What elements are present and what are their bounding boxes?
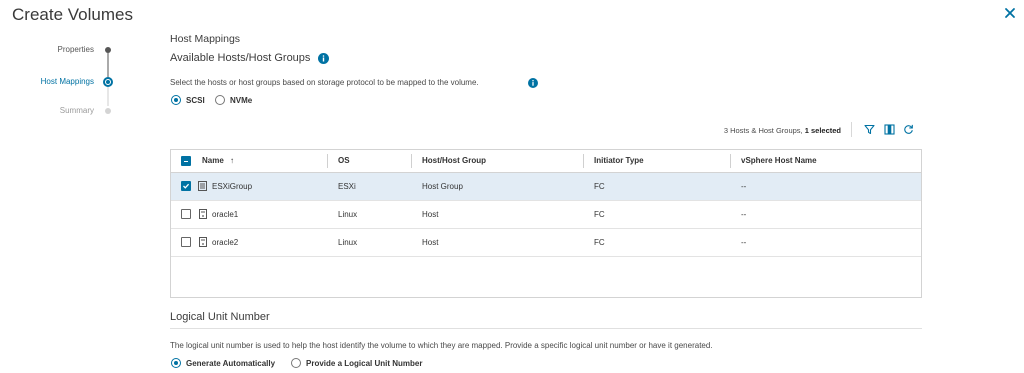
hosts-datagrid: Name ↑ OS Host/Host Group Initiator Type… [170,149,922,298]
step-host-mappings-dot [103,77,113,87]
count-selected: 1 selected [804,126,841,135]
columns-icon[interactable] [884,124,895,135]
protocol-description: Select the hosts or host groups based on… [170,78,479,87]
cell-host-group: Host [422,210,439,219]
grid-header: Name ↑ OS Host/Host Group Initiator Type… [171,150,921,173]
step-host-mappings[interactable]: Host Mappings [41,77,94,86]
cell-os: Linux [338,238,358,247]
radio-label: Generate Automatically [186,358,276,368]
column-label: Name [202,156,224,165]
cell-os: ESXi [338,182,356,191]
step-summary[interactable]: Summary [60,106,94,115]
cell-host-group: Host Group [422,182,463,191]
radio-label: NVMe [230,95,253,105]
column-header-host-group[interactable]: Host/Host Group [412,150,486,172]
available-hosts-heading: Available Hosts/Host Groups [170,52,311,64]
cell-vsphere-host: -- [741,210,747,219]
cell-vsphere-host: -- [741,238,747,247]
column-header-initiator-type[interactable]: Initiator Type [584,150,644,172]
cell-initiator-type: FC [594,238,605,247]
dialog-title: Create Volumes [12,5,133,24]
sort-ascending-icon[interactable]: ↑ [230,156,234,165]
lun-provide-number-radio[interactable]: Provide a Logical Unit Number [291,358,422,368]
radio-button[interactable] [171,95,181,105]
row-checkbox[interactable] [181,209,191,219]
cell-os: Linux [338,210,358,219]
host-icon [199,237,207,247]
radio-button[interactable] [171,358,181,368]
table-row[interactable]: oracle2 Linux Host FC -- [171,229,921,257]
cell-host-group: Host [422,238,439,247]
lun-generate-auto-radio[interactable]: Generate Automatically [171,358,275,368]
selection-count: 3 Hosts & Host Groups, 1 selected [724,126,841,135]
step-properties-dot [105,47,111,53]
row-checkbox[interactable] [181,237,191,247]
table-row[interactable]: ESXiGroup ESXi Host Group FC -- [171,173,921,201]
protocol-scsi-radio[interactable]: SCSI [171,95,205,105]
lun-description: The logical unit number is used to help … [170,341,713,350]
row-checkbox[interactable] [181,181,191,191]
host-group-icon [198,181,207,191]
column-header-os[interactable]: OS [328,150,350,172]
radio-button[interactable] [215,95,225,105]
table-row[interactable]: oracle1 Linux Host FC -- [171,201,921,229]
info-icon[interactable] [318,53,329,64]
cell-name: oracle1 [212,210,239,219]
cell-name: ESXiGroup [212,182,253,191]
host-icon [199,209,207,219]
cell-name: oracle2 [212,238,239,247]
close-icon[interactable] [1003,6,1017,20]
count-text: 3 Hosts & Host Groups, [723,126,805,135]
toolbar-divider [851,122,852,137]
radio-button[interactable] [291,358,301,368]
section-title: Host Mappings [170,33,241,45]
column-header-vsphere-host[interactable]: vSphere Host Name [731,150,817,172]
refresh-icon[interactable] [903,124,914,135]
cell-vsphere-host: -- [741,182,747,191]
step-properties[interactable]: Properties [58,45,94,54]
cell-initiator-type: FC [594,210,605,219]
select-all-checkbox[interactable] [181,156,191,166]
radio-label: Provide a Logical Unit Number [306,358,423,368]
step-summary-dot [105,108,111,114]
filter-icon[interactable] [864,124,875,135]
protocol-nvme-radio[interactable]: NVMe [215,95,252,105]
lun-section-title: Logical Unit Number [170,311,270,323]
radio-label: SCSI [186,95,205,105]
info-icon[interactable] [528,78,538,88]
cell-initiator-type: FC [594,182,605,191]
section-divider [170,328,922,329]
column-header-name[interactable]: Name ↑ [192,150,234,172]
